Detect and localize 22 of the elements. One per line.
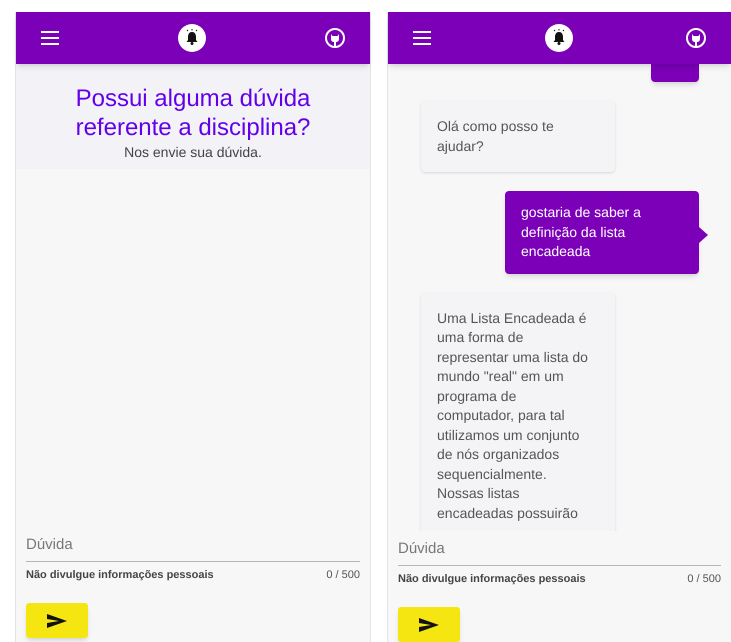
menu-icon[interactable] xyxy=(41,31,59,45)
send-button[interactable] xyxy=(26,603,88,638)
send-icon xyxy=(47,614,67,628)
cat-silhouette-icon[interactable] xyxy=(325,28,345,48)
character-counter: 0 / 500 xyxy=(326,568,360,582)
heading: Possui alguma dúvida referente a disciplina? xyxy=(74,84,312,142)
send-icon xyxy=(419,618,439,632)
bubble-tail xyxy=(699,227,708,243)
character-counter: 0 / 500 xyxy=(687,572,721,586)
bot-message-bubble: Uma Lista Encadeada é uma forma de representar uma lista do mundo "real" em um programa de computador, para tal utilizamos um conjunto de nós organizados sequencialmente. Nossas listas encadeadas possuirão xyxy=(421,292,615,531)
bell-icon[interactable] xyxy=(544,24,572,52)
menu-icon[interactable] xyxy=(413,31,431,45)
bell-icon[interactable] xyxy=(178,24,206,52)
hint-text: Não divulgue informações pessoais xyxy=(26,568,214,582)
question-field[interactable]: Dúvida xyxy=(26,534,360,562)
bot-message-bubble: Olá como posso te ajudar? xyxy=(421,101,615,172)
user-message-bubble: gostaria de saber a definição da lista encadeada xyxy=(505,191,699,274)
hint-text: Não divulgue informações pessoais xyxy=(398,572,586,586)
send-button[interactable] xyxy=(398,607,460,642)
cat-silhouette-icon[interactable] xyxy=(686,28,706,48)
subheading: Nos envie sua dúvida. xyxy=(123,143,263,162)
question-field[interactable]: Dúvida xyxy=(398,538,721,566)
